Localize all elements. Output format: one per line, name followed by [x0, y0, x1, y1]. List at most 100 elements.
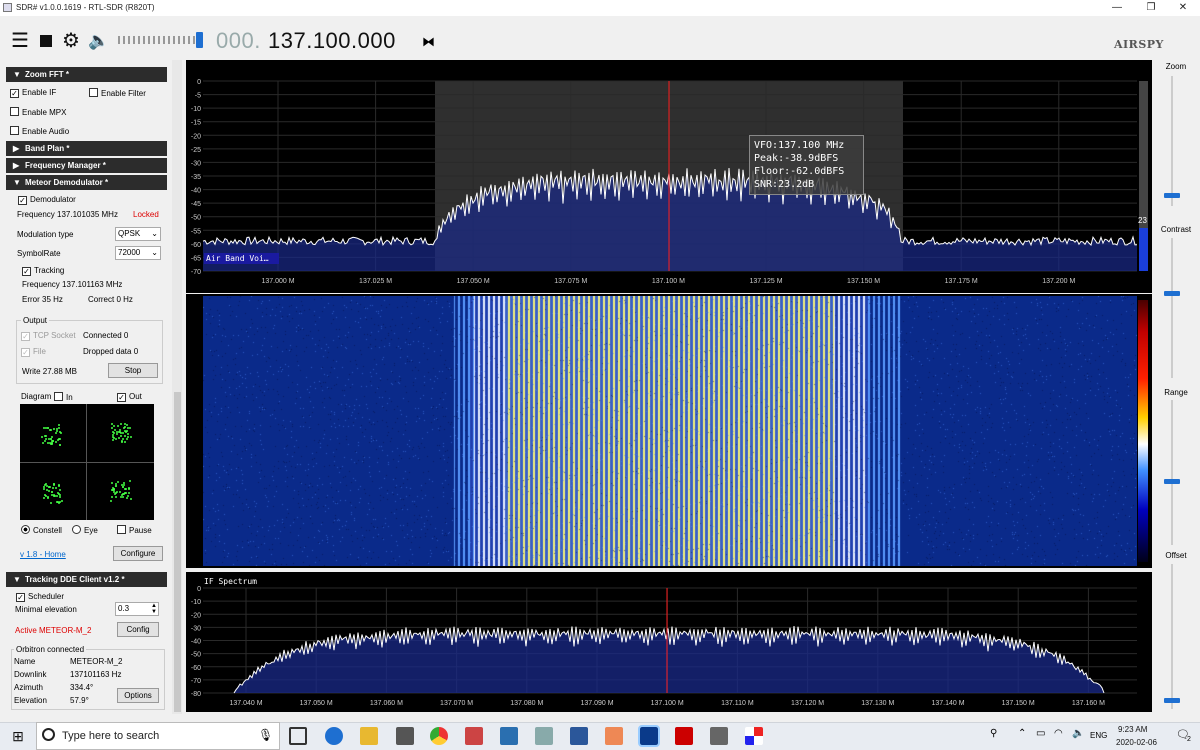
app-icon-1[interactable] [465, 727, 483, 745]
constellation-point [110, 482, 113, 485]
stop-button[interactable]: Stop [108, 363, 158, 378]
file-explorer-icon[interactable] [360, 727, 378, 745]
if-spectrum-panel[interactable]: 0 -10 -20 -30 -40 -50 -60 -70 -80 137.040 M 137.0… [186, 572, 1152, 712]
options-button[interactable]: Options [117, 688, 159, 703]
mail-icon[interactable] [396, 727, 414, 745]
pause-checkbox[interactable]: Pause [117, 525, 152, 535]
range-slider[interactable] [1171, 400, 1173, 545]
spectrum-panel[interactable]: 0 -5 -10 -15 -20 -25 -30 -35 -40 -45 -50 -55 -60 -65 -… [186, 60, 1152, 293]
app-icon-6[interactable] [745, 727, 763, 745]
tcp-socket-checkbox[interactable]: ✓ TCP Socket [21, 331, 76, 341]
network-icon[interactable]: ▭ [1036, 728, 1045, 739]
band-plan-header[interactable]: ▶ Band Plan * [6, 141, 167, 156]
modulation-type-label: Modulation type [17, 230, 74, 239]
volume-slider[interactable] [118, 36, 198, 44]
sdrsharp-taskbar-icon[interactable] [638, 725, 660, 747]
maximize-button[interactable]: ❐ [1134, 0, 1168, 16]
spinner-icon[interactable]: ▲ ▼ [151, 603, 157, 615]
meteor-demodulator-title: Meteor Demodulator * [25, 178, 109, 187]
constellation-point [122, 493, 125, 496]
version-home-link[interactable]: v 1.8 - Home [20, 550, 66, 559]
gear-icon[interactable]: ⚙ [62, 31, 80, 51]
offset-thumb[interactable] [1164, 698, 1180, 703]
if-spectrum-plot[interactable]: 0-10-20-30-40-50-60-70-80 137.040 M 137.0… [186, 572, 1152, 712]
if-x-tick-label: 137.130 M [861, 700, 894, 707]
clock-time[interactable]: 9:23 AM [1118, 725, 1147, 734]
min-elevation-input[interactable]: 0.3 ▲ ▼ [115, 602, 159, 616]
app-icon-2[interactable] [500, 727, 518, 745]
right-panel [1152, 60, 1200, 714]
diagram-out-checkbox[interactable]: ✓ Out [117, 392, 142, 402]
stop-icon[interactable] [40, 35, 52, 47]
y-tick-label: -35 [191, 174, 201, 181]
modulation-type-select[interactable]: QPSK ⌄ [115, 227, 161, 241]
tracking-dde-header[interactable]: ▼ Tracking DDE Client v1.2 * [6, 572, 167, 587]
frequency-manager-header[interactable]: ▶ Frequency Manager * [6, 158, 167, 173]
windows-start-icon[interactable]: ⊞ [0, 722, 36, 750]
constellation-point [48, 490, 51, 493]
file-checkbox[interactable]: ✓ File [21, 347, 46, 357]
scheduler-label: Scheduler [28, 592, 65, 601]
microphone-icon[interactable]: 🎙 [258, 728, 273, 742]
chrome-icon[interactable] [430, 727, 448, 745]
constell-radio[interactable]: Constell [21, 525, 62, 535]
demodulator-checkbox[interactable]: ✓ Demodulator [18, 195, 76, 205]
app-icon-5[interactable] [710, 727, 728, 745]
constellation-point [58, 424, 61, 427]
frequency-leading-digits[interactable]: 000. [216, 28, 261, 54]
volume-icon[interactable]: 🔈 [1072, 728, 1084, 739]
volume-thumb[interactable] [196, 32, 203, 48]
configure-button[interactable]: Configure [113, 546, 163, 561]
panel-scroll-thumb[interactable] [174, 392, 181, 712]
enable-if-checkbox[interactable]: ✓ Enable IF [10, 88, 56, 98]
offset-slider[interactable] [1171, 564, 1173, 709]
symbolrate-value: 72000 [118, 248, 141, 257]
meteor-demodulator-header[interactable]: ▼ Meteor Demodulator * [6, 175, 167, 190]
menu-icon[interactable]: ☰ [11, 31, 29, 51]
app-icon-4[interactable] [605, 727, 623, 745]
zoom-fft-header[interactable]: ▼ Zoom FFT * [6, 67, 167, 82]
config-button[interactable]: Config [117, 622, 159, 637]
language-indicator[interactable]: ENG [1090, 731, 1107, 740]
contrast-thumb[interactable] [1164, 291, 1180, 296]
zoom-slider[interactable] [1171, 76, 1173, 206]
search-placeholder[interactable]: Type here to search [62, 730, 159, 742]
clock-date[interactable]: 2020-02-06 [1116, 738, 1157, 747]
enable-audio-checkbox[interactable]: Enable Audio [10, 126, 69, 136]
enable-mpx-checkbox[interactable]: Enable MPX [10, 107, 66, 117]
speaker-icon[interactable]: 🔈 [88, 31, 109, 51]
elevation-value: 57.9° [70, 696, 89, 705]
wifi-icon[interactable]: ◠ [1054, 728, 1063, 739]
range-thumb[interactable] [1164, 479, 1180, 484]
word-icon[interactable] [570, 727, 588, 745]
waterfall-panel[interactable] [186, 294, 1152, 568]
snr-readout: SNR:23.2dB [754, 179, 815, 190]
band-plan-label[interactable]: Air Band Voi… [204, 253, 279, 264]
scheduler-checkbox[interactable]: ✓ Scheduler [16, 592, 64, 602]
tracking-checkbox[interactable]: ✓ Tracking [22, 266, 64, 276]
minimize-button[interactable]: — [1100, 0, 1134, 16]
zoom-thumb[interactable] [1164, 193, 1180, 198]
constellation-point [46, 441, 49, 444]
downlink-label: Downlink [14, 670, 47, 679]
task-view-icon[interactable] [289, 727, 307, 745]
people-icon[interactable]: ⚲ [990, 728, 997, 739]
eye-radio[interactable]: Eye [72, 525, 98, 535]
app-icon-3[interactable] [535, 727, 553, 745]
enable-filter-checkbox[interactable]: Enable Filter [89, 88, 146, 98]
spectrum-plot[interactable]: 0 -5 -10 -15 -20 -25 -30 -35 -40 -45 -50 -55 -60 -65 -… [186, 60, 1152, 293]
waterfall-colorbar [1138, 300, 1148, 562]
constellation-point [50, 436, 53, 439]
frequency-display[interactable]: 137.100.000 [268, 28, 396, 54]
chevron-up-icon[interactable]: ⌃ [1018, 728, 1026, 739]
symbolrate-select[interactable]: 72000 ⌄ [115, 246, 161, 260]
diagram-in-checkbox[interactable]: In [54, 392, 73, 402]
pdf-icon[interactable] [675, 727, 693, 745]
contrast-slider[interactable] [1171, 238, 1173, 378]
if-y-tick-label: -70 [191, 678, 201, 685]
tuning-step-icon[interactable]: ⧓ [422, 34, 435, 50]
close-button[interactable]: ✕ [1166, 0, 1200, 16]
edge-icon[interactable] [325, 727, 343, 745]
constellation-point [127, 487, 130, 490]
waterfall-image[interactable] [203, 296, 1137, 566]
